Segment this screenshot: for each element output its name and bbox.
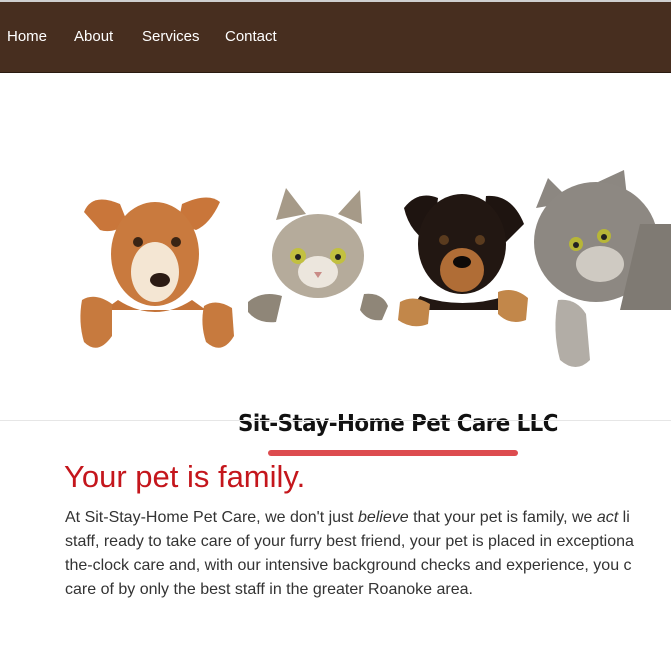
cat-icon (248, 188, 388, 323)
intro-line-3: the-clock care and, with our intensive b… (65, 557, 632, 574)
intro-emphasis: act (596, 509, 619, 526)
dog-icon (80, 197, 234, 348)
section-divider (0, 420, 671, 421)
main-navbar: Home About Services Contact (0, 2, 671, 73)
hero-banner: Sit-Stay-Home Pet Care LLC (0, 74, 671, 456)
page-headline: Your pet is family. (64, 459, 306, 494)
intro-line-1: At Sit-Stay-Home Pet Care, we don't just… (65, 506, 634, 530)
cat-icon (534, 170, 671, 367)
intro-text: that your pet is family, we (408, 509, 597, 526)
nav-contact-link[interactable]: Contact (225, 28, 277, 46)
intro-text: li (618, 509, 630, 526)
nav-about-link[interactable]: About (74, 28, 113, 46)
pets-banner-image (80, 170, 671, 367)
nav-services-link[interactable]: Services (142, 28, 200, 46)
intro-emphasis: believe (357, 509, 409, 526)
intro-line-2: staff, ready to take care of your furry … (65, 533, 634, 550)
logo-underline-stroke (268, 450, 518, 456)
intro-line-4: care of by only the best staff in the gr… (65, 581, 473, 598)
brand-logo-text: Sit-Stay-Home Pet Care LLC (238, 411, 558, 437)
puppy-icon (398, 194, 528, 327)
intro-paragraph: At Sit-Stay-Home Pet Care, we don't just… (65, 506, 634, 602)
intro-text: At Sit-Stay-Home Pet Care, we don't just (65, 509, 358, 526)
nav-home-link[interactable]: Home (7, 28, 47, 46)
